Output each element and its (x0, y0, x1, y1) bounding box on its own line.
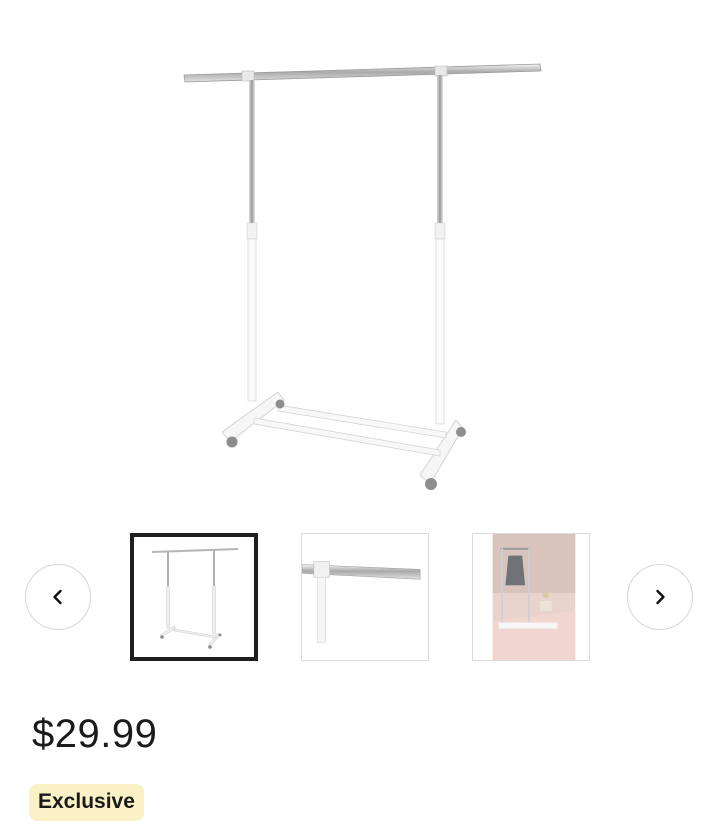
garment-rack-in-room (473, 534, 589, 660)
product-price: $29.99 (32, 712, 158, 756)
product-hero-image[interactable] (150, 40, 570, 510)
garment-rack-full-view (134, 537, 254, 657)
thumbnail-1[interactable] (130, 533, 258, 661)
carousel-prev-button[interactable] (25, 564, 91, 630)
thumbnail-3[interactable] (472, 533, 590, 661)
carousel-next-button[interactable] (627, 564, 693, 630)
exclusive-badge: Exclusive (29, 784, 144, 821)
thumbnail-2[interactable] (301, 533, 429, 661)
chevron-left-icon (53, 589, 62, 605)
chevron-right-icon (656, 589, 665, 605)
image-carousel (0, 520, 720, 670)
garment-rack-image (183, 63, 542, 490)
garment-rack-bar-closeup (302, 534, 428, 660)
product-page: $29.99 Exclusive (0, 0, 720, 836)
